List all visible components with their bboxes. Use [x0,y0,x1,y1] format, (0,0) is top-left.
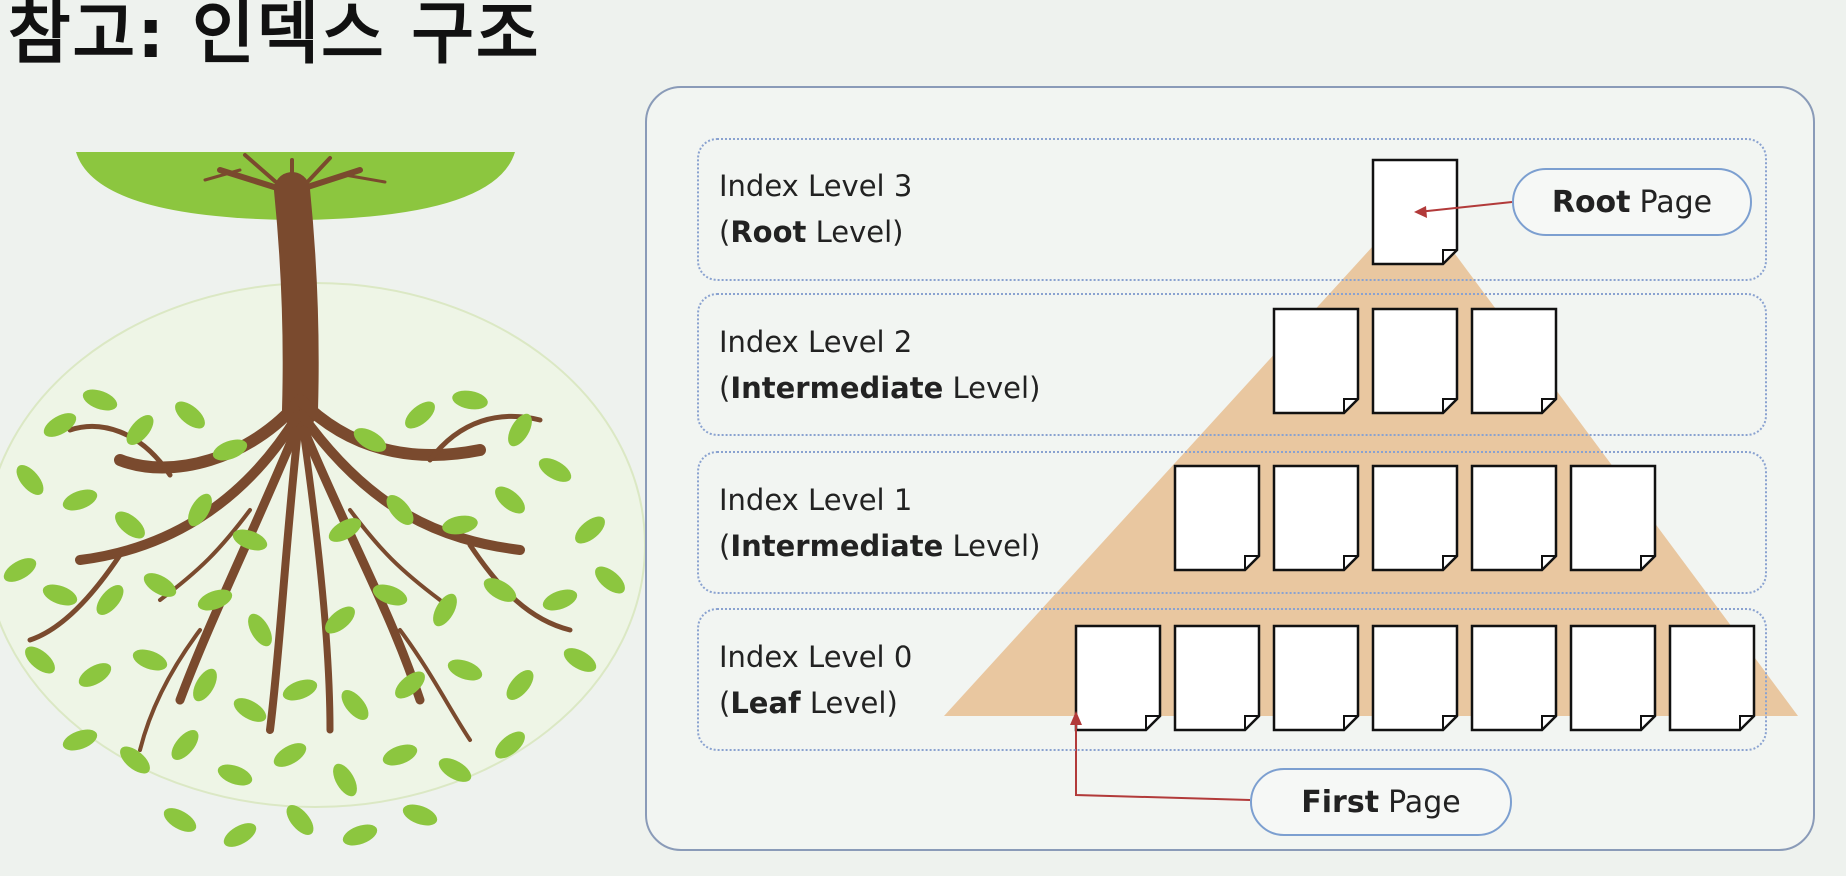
level-1-name: Index Level 1 [719,483,913,517]
level-label-3: Index Level 3 (Root Level) [719,163,912,255]
level-2-type: (Intermediate Level) [719,371,1041,405]
level-0-name: Index Level 0 [719,640,913,674]
level-3-type: (Root Level) [719,215,904,249]
first-page-callout: First Page [1250,768,1512,836]
level-label-1: Index Level 1 (Intermediate Level) [719,477,1040,569]
level-0-type: (Leaf Level) [719,686,898,720]
level-3-name: Index Level 3 [719,169,913,203]
level-2-name: Index Level 2 [719,325,913,359]
root-page-callout: Root Page [1512,168,1752,236]
level-1-type: (Intermediate Level) [719,529,1041,563]
level-label-2: Index Level 2 (Intermediate Level) [719,319,1040,411]
level-label-0: Index Level 0 (Leaf Level) [719,634,912,726]
